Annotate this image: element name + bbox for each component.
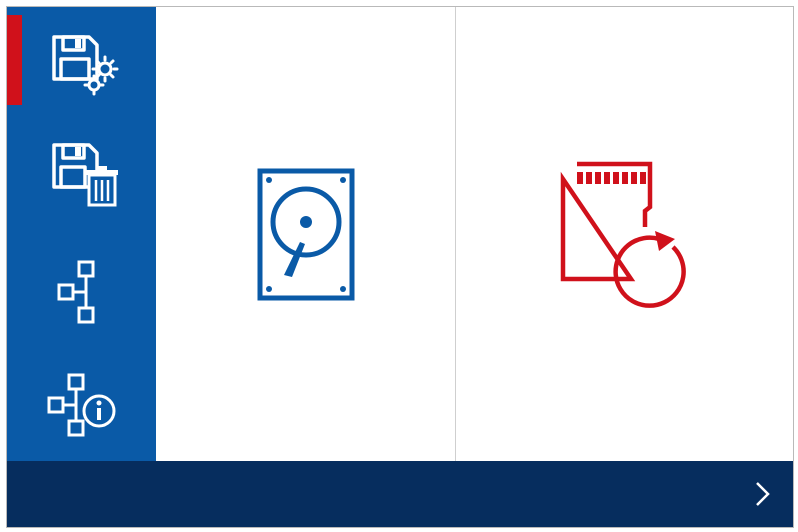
panel-sd-card-restore[interactable] — [456, 7, 793, 461]
panel-hard-drive[interactable] — [156, 7, 456, 461]
save-settings-icon — [51, 35, 118, 96]
hard-drive-icon — [257, 168, 354, 300]
app-window — [6, 6, 794, 528]
network-info-icon — [47, 373, 115, 437]
sidebar-item-network[interactable] — [7, 232, 156, 342]
sidebar-item-save-settings[interactable] — [7, 7, 156, 117]
sidebar-item-network-info[interactable] — [7, 347, 156, 457]
sidebar-item-save-delete[interactable] — [7, 117, 156, 227]
chevron-right-icon — [756, 482, 770, 506]
save-delete-icon — [51, 143, 118, 207]
sd-card-restore-icon — [560, 161, 686, 308]
next-button[interactable] — [733, 461, 793, 527]
network-icon — [57, 260, 94, 324]
bottom-bar — [7, 461, 793, 527]
sidebar — [7, 7, 156, 461]
